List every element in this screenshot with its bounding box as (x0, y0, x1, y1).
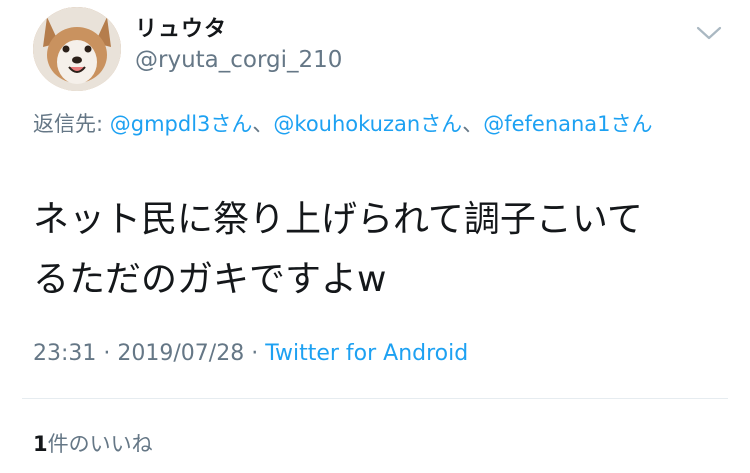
meta-separator: · (244, 341, 266, 366)
tweet-header: リュウタ @ryuta_corgi_210 (0, 0, 750, 100)
reply-to-label: 返信先: (33, 112, 110, 136)
tweet-text: ネット民に祭り上げられて調子こいて るただのガキですよw (33, 190, 723, 310)
user-handle[interactable]: @ryuta_corgi_210 (135, 47, 342, 73)
mention-link[interactable]: @kouhokuzan (273, 112, 420, 136)
mention-link[interactable]: @gmpdl3 (110, 112, 211, 136)
mention-suffix[interactable]: さん (420, 112, 462, 136)
tweet-client[interactable]: Twitter for Android (265, 341, 468, 366)
avatar[interactable] (33, 7, 121, 91)
tweet-text-line: ネット民に祭り上げられて調子こいて (33, 199, 643, 240)
meta-separator: · (96, 341, 118, 366)
likes-number: 1 (33, 432, 48, 456)
mention-link[interactable]: @fefenana1 (483, 112, 610, 136)
chevron-down-icon[interactable] (694, 22, 724, 42)
mention-suffix[interactable]: さん (210, 112, 252, 136)
likes-label: 件のいいね (47, 432, 153, 456)
display-name[interactable]: リュウタ (135, 11, 227, 43)
mention-separator: 、 (462, 112, 484, 136)
tweet-time[interactable]: 23:31 (33, 341, 96, 366)
divider (22, 398, 728, 399)
tweet-date[interactable]: 2019/07/28 (117, 341, 244, 366)
mention-separator: 、 (252, 112, 274, 136)
corgi-avatar-image (33, 7, 121, 91)
reply-to: 返信先: @gmpdl3さん、@kouhokuzanさん、@fefenana1さ… (33, 108, 723, 140)
tweet-text-line: るただのガキですよw (33, 259, 387, 300)
likes-count[interactable]: 1件のいいね (33, 428, 153, 458)
mention-suffix[interactable]: さん (611, 112, 653, 136)
tweet-meta: 23:31 · 2019/07/28 · Twitter for Android (33, 341, 468, 366)
